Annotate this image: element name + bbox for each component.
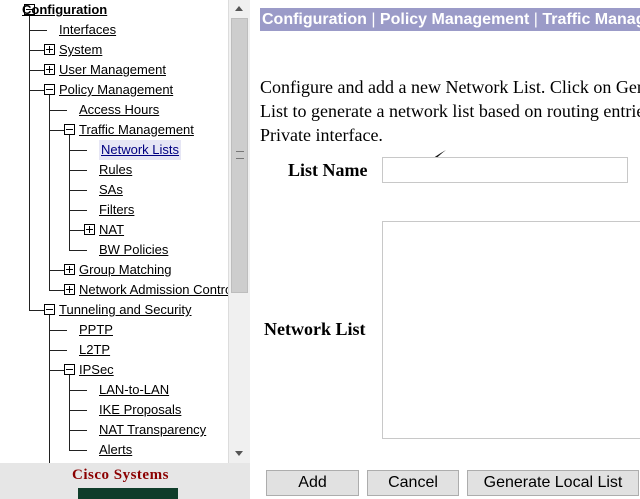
tree-line	[69, 250, 87, 251]
nav-item-nat[interactable]: NAT	[99, 220, 124, 240]
nav-item-lan-to-lan[interactable]: LAN-to-LAN	[99, 380, 169, 400]
nav-item-network-lists[interactable]: Network Lists	[99, 140, 182, 160]
intro-text: Configure and add a new Network List. Cl…	[260, 77, 640, 145]
expand-icon[interactable]	[64, 264, 75, 275]
nav-item-system[interactable]: System	[59, 40, 102, 60]
nav-item-group-matching[interactable]: Group Matching	[79, 260, 172, 280]
nav-item-user-management[interactable]: User Management	[59, 60, 166, 80]
nav-scrollbar[interactable]	[228, 0, 250, 463]
nav-item-bw-policies[interactable]: BW Policies	[99, 240, 168, 260]
nav-item-interfaces[interactable]: Interfaces	[59, 20, 116, 40]
list-name-input[interactable]	[382, 157, 628, 183]
tree-line	[69, 410, 87, 411]
tree-line	[69, 170, 87, 171]
breadcrumb-separator: |	[366, 11, 380, 28]
nav-item-ipsec[interactable]: IPSec	[79, 360, 114, 380]
nav-item-tunneling-and-security[interactable]: Tunneling and Security	[59, 300, 192, 320]
network-list-label: Network List	[264, 319, 366, 339]
cisco-logo: Cisco Systems	[72, 467, 169, 483]
breadcrumb-separator: |	[529, 11, 543, 28]
tree-line	[69, 210, 87, 211]
tree-line	[69, 190, 87, 191]
collapse-icon[interactable]	[44, 304, 55, 315]
tree-line	[49, 110, 67, 111]
nav-item-l2tp[interactable]: L2TP	[79, 340, 110, 360]
generate-local-list-button[interactable]: Generate Local List	[467, 470, 639, 496]
breadcrumb: Configuration | Policy Management | Traf…	[260, 8, 640, 31]
nav-item-configuration[interactable]: Configuration	[22, 0, 107, 20]
collapse-icon[interactable]	[44, 84, 55, 95]
scroll-thumb[interactable]	[231, 18, 248, 293]
nav-item-pptp[interactable]: PPTP	[79, 320, 113, 340]
expand-icon[interactable]	[64, 284, 75, 295]
tree-line	[69, 430, 87, 431]
collapse-icon[interactable]	[64, 124, 75, 135]
tree-line	[49, 90, 50, 290]
tree-line	[29, 30, 47, 31]
tree-line	[49, 350, 67, 351]
network-list-textarea[interactable]	[382, 221, 640, 439]
breadcrumb-traffic-management[interactable]: Traffic Management	[542, 11, 640, 28]
add-button[interactable]: Add	[266, 470, 359, 496]
nav-item-alerts[interactable]: Alerts	[99, 440, 132, 460]
nav-item-access-hours[interactable]: Access Hours	[79, 100, 159, 120]
expand-icon[interactable]	[84, 224, 95, 235]
tree-line	[29, 10, 30, 310]
scroll-down-arrow-icon[interactable]	[229, 445, 250, 463]
nav-item-filters[interactable]: Filters	[99, 200, 134, 220]
cancel-button[interactable]: Cancel	[367, 470, 459, 496]
config-tree: Configuration Interfaces System User Manage…	[0, 0, 228, 463]
nav-item-rules[interactable]: Rules	[99, 160, 132, 180]
nav-item-ike-proposals[interactable]: IKE Proposals	[99, 400, 181, 420]
tree-line	[49, 310, 50, 463]
tree-line	[69, 450, 87, 451]
breadcrumb-configuration[interactable]: Configuration	[262, 11, 367, 28]
breadcrumb-policy-management[interactable]: Policy Management	[380, 11, 529, 28]
logo-bar: Cisco Systems	[0, 463, 250, 499]
nav-item-traffic-management[interactable]: Traffic Management	[79, 120, 194, 140]
navigation-pane: Configuration Interfaces System User Manage…	[0, 0, 250, 499]
nav-item-network-admission-control[interactable]: Network Admission Control	[79, 280, 228, 300]
cisco-logo-bridge-icon	[78, 488, 178, 499]
list-name-label: List Name	[288, 160, 368, 180]
scroll-up-arrow-icon[interactable]	[229, 0, 250, 18]
tree-line	[49, 330, 67, 331]
expand-icon[interactable]	[44, 44, 55, 55]
collapse-icon[interactable]	[64, 364, 75, 375]
tree-line	[69, 150, 87, 151]
tree-line	[69, 390, 87, 391]
expand-icon[interactable]	[44, 64, 55, 75]
nav-item-nat-transparency[interactable]: NAT Transparency	[99, 420, 206, 440]
nav-item-policy-management[interactable]: Policy Management	[59, 80, 173, 100]
nav-item-sas[interactable]: SAs	[99, 180, 123, 200]
